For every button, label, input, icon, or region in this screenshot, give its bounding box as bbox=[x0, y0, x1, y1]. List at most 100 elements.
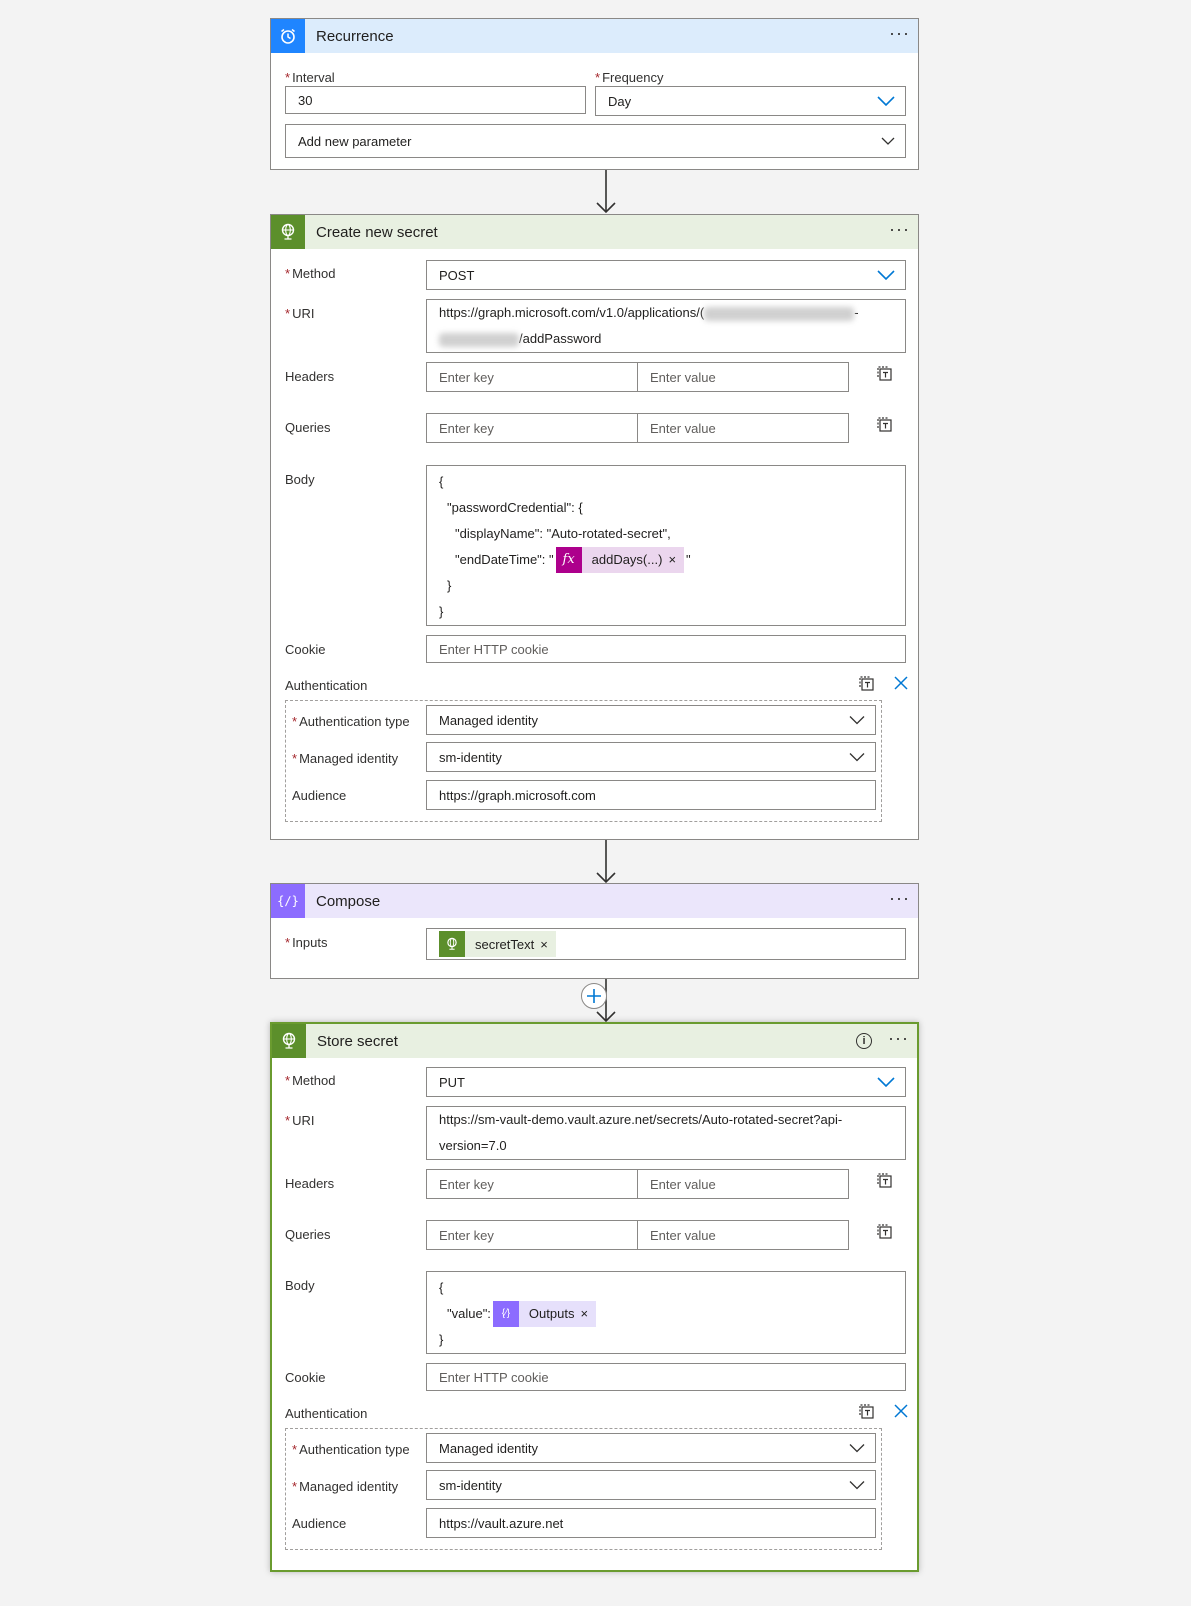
chevron-down-icon bbox=[881, 137, 895, 145]
headers-key-input[interactable]: Enter key bbox=[426, 1169, 638, 1199]
auth-type-dropdown[interactable]: Managed identity bbox=[426, 1433, 876, 1463]
authentication-group: * Authentication type Managed identity * M… bbox=[285, 1428, 882, 1550]
managed-identity-label: * Managed identity bbox=[292, 1479, 399, 1494]
audience-label: Audience bbox=[292, 1516, 347, 1531]
frequency-dropdown[interactable]: Day bbox=[595, 86, 906, 116]
interval-input[interactable]: 30 bbox=[285, 86, 586, 114]
interval-label: * Interval bbox=[285, 70, 335, 85]
chevron-down-icon bbox=[849, 1444, 865, 1453]
dynamic-content-token[interactable]: {∕} Outputs × bbox=[492, 1301, 597, 1327]
body-line: { bbox=[439, 1280, 444, 1295]
cookie-label: Cookie bbox=[285, 1370, 326, 1385]
audience-label: Audience bbox=[292, 788, 347, 803]
more-options-icon[interactable]: ··· bbox=[889, 24, 910, 48]
info-icon[interactable]: i bbox=[856, 1033, 873, 1049]
redacted-id bbox=[704, 306, 855, 321]
method-dropdown[interactable]: PUT bbox=[426, 1067, 906, 1097]
remove-token-icon[interactable]: × bbox=[540, 937, 556, 952]
headers-key-input[interactable]: Enter key bbox=[426, 362, 638, 392]
body-line: { bbox=[439, 474, 444, 489]
queries-key-input[interactable]: Enter key bbox=[426, 1220, 638, 1250]
uri-input[interactable]: https://graph.microsoft.com/v1.0/applica… bbox=[426, 299, 906, 353]
uri-input[interactable]: https://sm-vault-demo.vault.azure.net/se… bbox=[426, 1106, 906, 1160]
store-secret-header[interactable]: Store secret i ··· bbox=[272, 1024, 917, 1058]
headers-value-input[interactable]: Enter value bbox=[637, 1169, 849, 1199]
method-label: * Method bbox=[285, 1073, 336, 1088]
body-line: } bbox=[439, 1332, 444, 1347]
audience-input[interactable]: https://graph.microsoft.com bbox=[426, 780, 876, 810]
recurrence-title: Recurrence bbox=[316, 27, 394, 45]
function-icon: fx bbox=[555, 547, 582, 573]
authentication-group: * Authentication type Managed identity * M… bbox=[285, 700, 882, 822]
queries-label: Queries bbox=[285, 1227, 331, 1242]
audience-input[interactable]: https://vault.azure.net bbox=[426, 1508, 876, 1538]
chevron-down-icon bbox=[849, 753, 865, 762]
body-line: "value": {∕} Outputs × bbox=[439, 1301, 893, 1327]
chevron-down-icon bbox=[877, 96, 895, 106]
dynamic-content-token[interactable]: secretText × bbox=[439, 931, 556, 957]
chevron-down-icon bbox=[849, 716, 865, 725]
queries-value-input[interactable]: Enter value bbox=[637, 413, 849, 443]
method-dropdown[interactable]: POST bbox=[426, 260, 906, 290]
managed-identity-dropdown[interactable]: sm-identity bbox=[426, 1470, 876, 1500]
auth-type-label: * Authentication type bbox=[292, 1442, 410, 1457]
body-line: } bbox=[439, 604, 444, 619]
queries-value-input[interactable]: Enter value bbox=[637, 1220, 849, 1250]
queries-key-input[interactable]: Enter key bbox=[426, 413, 638, 443]
add-new-parameter-dropdown[interactable]: Add new parameter bbox=[285, 124, 906, 158]
method-label: * Method bbox=[285, 266, 336, 281]
plus-icon bbox=[587, 989, 601, 1003]
compose-card[interactable]: {∕} Compose ··· * Inputs secretText × bbox=[270, 883, 919, 979]
more-options-icon[interactable]: ··· bbox=[888, 1029, 909, 1053]
compose-title: Compose bbox=[316, 892, 381, 910]
body-line: } bbox=[447, 578, 452, 593]
body-editor[interactable]: { "value": {∕} Outputs × } bbox=[426, 1271, 906, 1354]
more-options-icon[interactable]: ··· bbox=[889, 220, 910, 244]
text-mode-icon[interactable] bbox=[859, 1404, 875, 1420]
remove-token-icon[interactable]: × bbox=[580, 1301, 596, 1327]
uri-label: * URI bbox=[285, 306, 315, 321]
text-mode-icon[interactable] bbox=[859, 676, 875, 692]
headers-label: Headers bbox=[285, 1176, 335, 1191]
chevron-down-icon bbox=[849, 1481, 865, 1490]
recurrence-header[interactable]: Recurrence ··· bbox=[271, 19, 918, 53]
more-options-icon[interactable]: ··· bbox=[889, 889, 910, 913]
text-mode-icon[interactable] bbox=[877, 417, 893, 433]
auth-type-dropdown[interactable]: Managed identity bbox=[426, 705, 876, 735]
create-new-secret-header[interactable]: Create new secret ··· bbox=[271, 215, 918, 249]
body-label: Body bbox=[285, 472, 315, 487]
headers-value-input[interactable]: Enter value bbox=[637, 362, 849, 392]
store-secret-title: Store secret bbox=[317, 1032, 398, 1050]
cookie-input[interactable]: Enter HTTP cookie bbox=[426, 635, 906, 663]
auth-type-label: * Authentication type bbox=[292, 714, 410, 729]
cookie-label: Cookie bbox=[285, 642, 326, 657]
close-icon[interactable] bbox=[894, 1404, 908, 1418]
inputs-label: * Inputs bbox=[285, 935, 328, 950]
body-label: Body bbox=[285, 1278, 315, 1293]
body-line: "endDateTime": " fx addDays(...) × " bbox=[439, 547, 893, 573]
expression-token[interactable]: fx addDays(...) × bbox=[555, 547, 685, 573]
close-icon[interactable] bbox=[894, 676, 908, 690]
inputs-field[interactable]: secretText × bbox=[426, 928, 906, 960]
text-mode-icon[interactable] bbox=[877, 366, 893, 382]
queries-label: Queries bbox=[285, 420, 331, 435]
body-line: "displayName": "Auto-rotated-secret", bbox=[455, 526, 671, 541]
redacted-id bbox=[439, 332, 519, 347]
create-new-secret-card[interactable]: Create new secret ··· * Method POST * URI … bbox=[270, 214, 919, 840]
text-mode-icon[interactable] bbox=[877, 1173, 893, 1189]
recurrence-card[interactable]: Recurrence ··· * Interval 30 * Frequency D… bbox=[270, 18, 919, 170]
managed-identity-dropdown[interactable]: sm-identity bbox=[426, 742, 876, 772]
compose-icon: {∕} bbox=[492, 1301, 519, 1327]
connector-arrow bbox=[596, 170, 616, 214]
remove-token-icon[interactable]: × bbox=[668, 547, 684, 573]
chevron-down-icon bbox=[877, 1077, 895, 1087]
text-mode-icon[interactable] bbox=[877, 1224, 893, 1240]
compose-icon: {∕} bbox=[271, 884, 305, 918]
insert-step-button[interactable] bbox=[581, 983, 607, 1009]
chevron-down-icon bbox=[877, 270, 895, 280]
cookie-input[interactable]: Enter HTTP cookie bbox=[426, 1363, 906, 1391]
store-secret-card[interactable]: Store secret i ··· * Method PUT * URI http… bbox=[270, 1022, 919, 1572]
compose-header[interactable]: {∕} Compose ··· bbox=[271, 884, 918, 918]
body-editor[interactable]: { "passwordCredential": { "displayName":… bbox=[426, 465, 906, 626]
authentication-label: Authentication bbox=[285, 1406, 368, 1421]
